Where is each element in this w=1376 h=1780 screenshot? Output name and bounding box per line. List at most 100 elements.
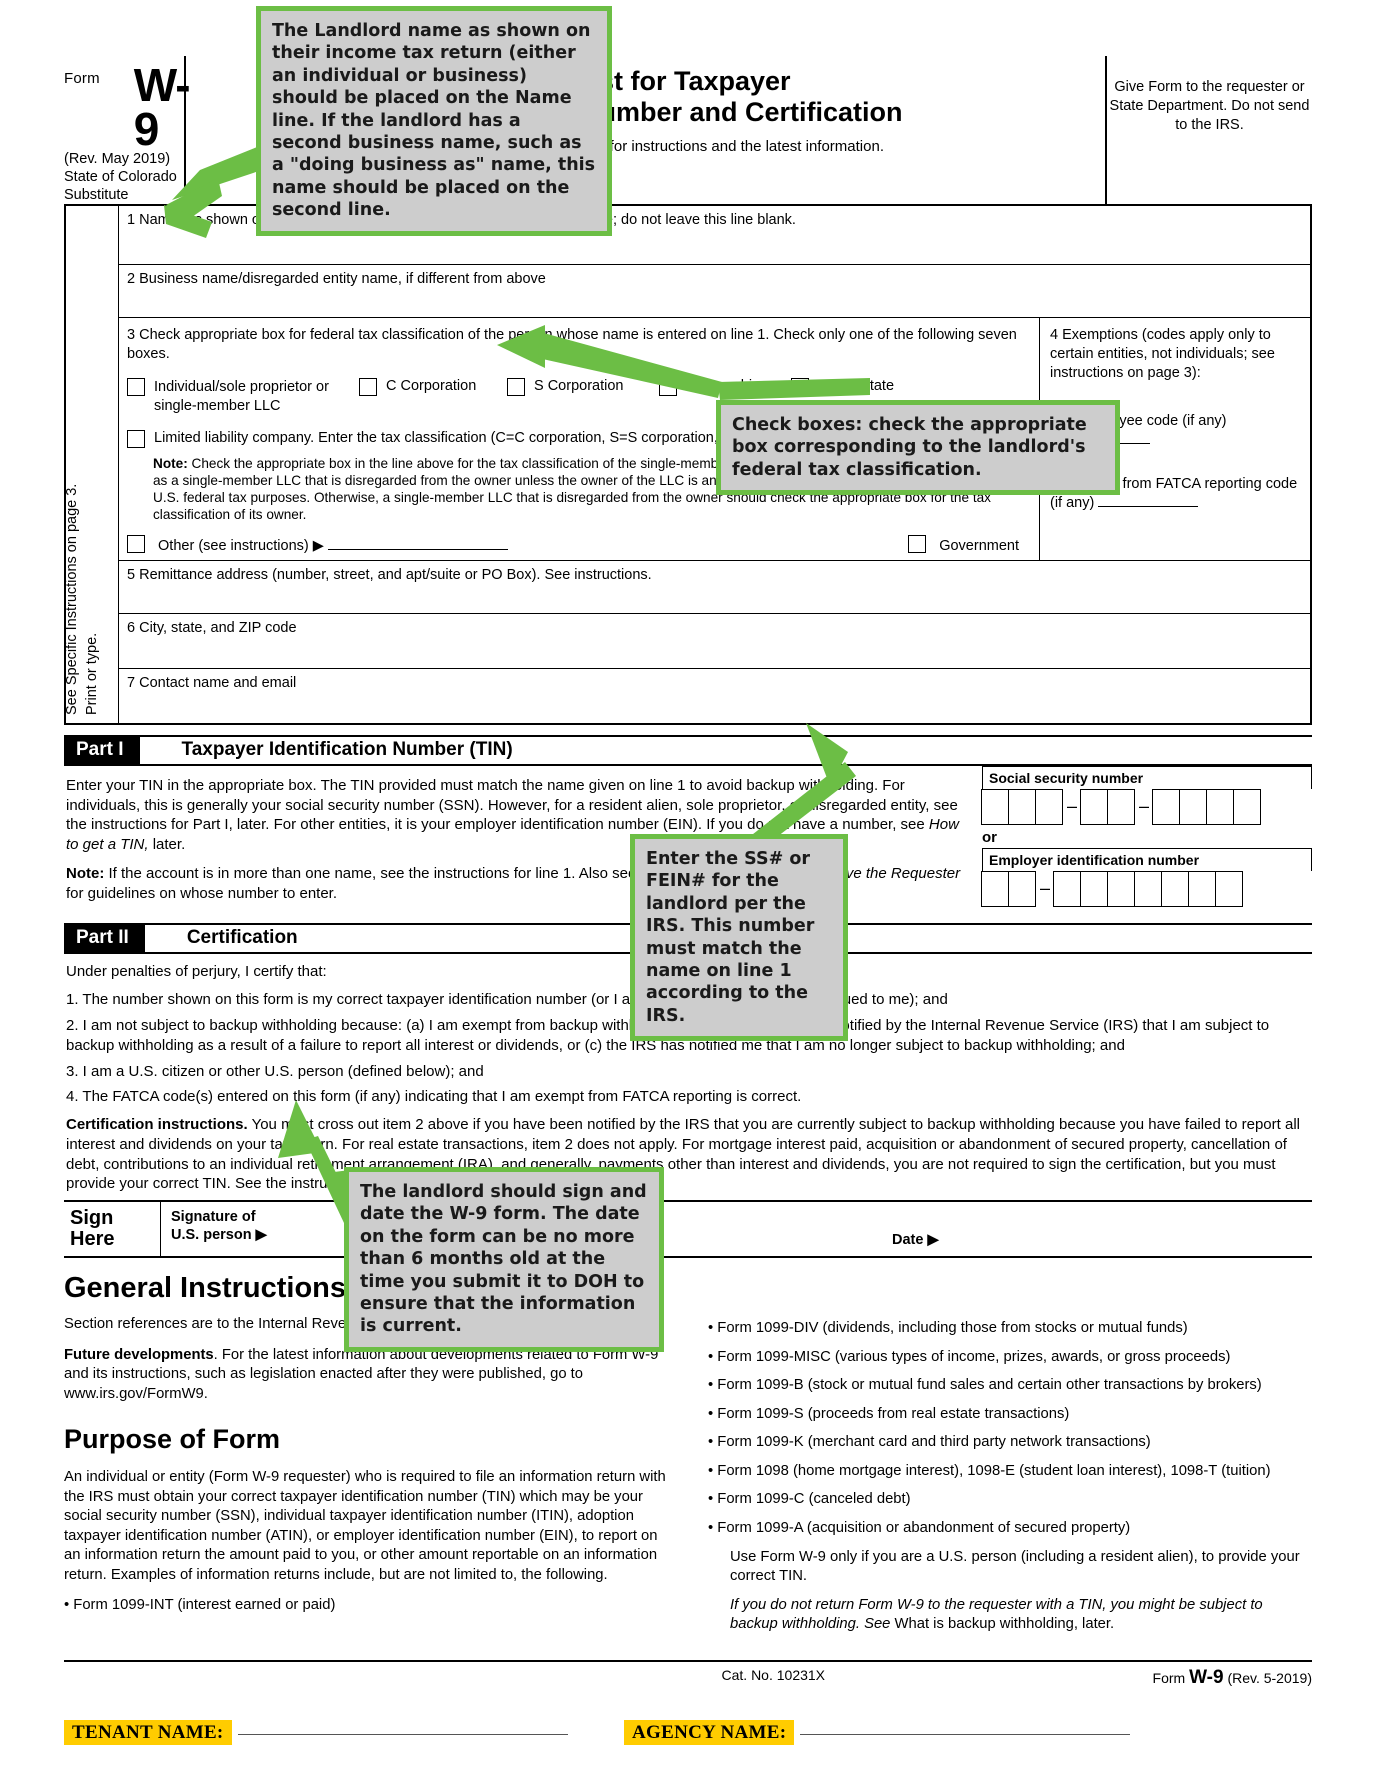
classification-partnership[interactable]: Partnership [659, 378, 791, 397]
ein-cell[interactable] [1107, 871, 1135, 908]
footer-form-num: W-9 [1189, 1666, 1224, 1688]
checkbox-icon-partnership[interactable] [659, 378, 677, 397]
part-1-body-text: Enter your TIN in the appropriate box. T… [66, 777, 958, 834]
field-line-7-contact[interactable]: 7 Contact name and email [119, 669, 1310, 723]
ssn-cell[interactable] [1008, 789, 1036, 826]
part-1-note-text: If the account is in more than one name,… [104, 865, 641, 883]
checkbox-icon-s-corporation[interactable] [507, 378, 525, 397]
other-classification-input[interactable] [327, 535, 508, 551]
footer-form-rev: (Rev. 5-2019) [1227, 1669, 1312, 1686]
tenant-name-label: TENANT NAME: [64, 1720, 232, 1745]
ein-cell[interactable] [1161, 871, 1189, 908]
side-labels: Print or type. See Specific Instructions… [64, 206, 119, 724]
classification-other[interactable]: Other (see instructions) ▶ [127, 535, 508, 554]
purpose-of-form-title: Purpose of Form [64, 1424, 281, 1455]
ssn-cell[interactable] [1107, 789, 1135, 826]
ein-cells[interactable]: – [981, 871, 1312, 908]
line-3-label: 3 Check appropriate box for federal tax … [127, 327, 1017, 363]
part-1-header: Part I Taxpayer Identification Number (T… [64, 735, 1312, 767]
field-line-5-address[interactable]: 5 Remittance address (number, street, an… [119, 561, 1310, 615]
ein-cell[interactable] [981, 871, 1009, 908]
certification-instructions-text: You must cross out item 2 above if you h… [66, 1116, 1300, 1193]
classification-government[interactable]: Government [908, 535, 1019, 554]
ein-cell[interactable] [1215, 871, 1243, 908]
form-header-left: Form W-9 (Rev. May 2019) State of Colora… [64, 56, 191, 204]
certification-item: 3. I am a U.S. citizen or other U.S. per… [66, 1062, 484, 1080]
ein-cell[interactable] [1134, 871, 1162, 908]
ein-label: Employer identification number [982, 848, 1312, 872]
checkbox-icon-government[interactable] [908, 535, 927, 554]
form-header: Form W-9 (Rev. May 2019) State of Colora… [64, 56, 1312, 205]
ssn-label: Social security number [982, 766, 1312, 790]
exemptions-heading: 4 Exemptions (codes apply only to certai… [1050, 327, 1275, 382]
ssn-cell[interactable] [1152, 789, 1180, 826]
classification-trust-estate[interactable]: Trust/estate [791, 378, 895, 397]
bullet-item: • Form 1099-DIV (dividends, including th… [708, 1320, 1188, 1337]
w9-form-page: Form W-9 (Rev. May 2019) State of Colora… [0, 0, 1376, 1780]
future-developments-paragraph: Future developments. For the latest info… [64, 1346, 668, 1405]
footer-form-word: Form [1152, 1669, 1186, 1686]
classification-c-corporation[interactable]: C Corporation [359, 378, 507, 397]
sign-here-row: Sign Here Signature of U.S. person ▶ Dat… [64, 1200, 1312, 1259]
ssn-cell[interactable] [1179, 789, 1207, 826]
certification-item: 4. The FATCA code(s) entered on this for… [66, 1088, 802, 1106]
part-2-title: Certification [186, 927, 298, 949]
part-1-note-bold: Note: [66, 865, 105, 883]
field-line-2-business-name[interactable]: 2 Business name/disregarded entity name,… [119, 265, 1310, 319]
catalog-number: Cat. No. 10231X [721, 1666, 826, 1683]
ssn-dash: – [1066, 796, 1077, 817]
bullet-item: • Form 1099-B (stock or mutual fund sale… [708, 1377, 1262, 1394]
agency-name-field[interactable]: AGENCY NAME: [624, 1720, 1131, 1745]
side-label-see-instructions: See Specific Instructions on page 3. [64, 483, 80, 716]
name-line-callout: The Landlord name as shown on their inco… [256, 6, 612, 236]
bullet-item: • Form 1099-K (merchant card and third p… [708, 1434, 1151, 1451]
checkbox-icon-individual[interactable] [127, 378, 145, 397]
date-label: Date ▶ [892, 1232, 939, 1249]
form-rev-line-3: Substitute [64, 186, 129, 203]
tenant-name-field[interactable]: TENANT NAME: [64, 1720, 624, 1745]
ein-cell[interactable] [1080, 871, 1108, 908]
field-line-6-city-state-zip[interactable]: 6 City, state, and ZIP code [119, 614, 1310, 670]
footer-form-number: Form W-9 (Rev. 5-2019) [1153, 1667, 1312, 1689]
form-rev-line-1: (Rev. May 2019) [64, 151, 171, 168]
classification-label-trust-estate: Trust/estate [818, 378, 895, 395]
ssn-cells[interactable]: – – [981, 789, 1312, 826]
form-word-label: Form [64, 70, 100, 87]
ssn-cell[interactable] [1080, 789, 1108, 826]
general-instructions-columns: Section references are to the Internal R… [64, 1315, 1312, 1643]
classification-s-corporation[interactable]: S Corporation [507, 378, 659, 397]
line-5-label: 5 Remittance address (number, street, an… [127, 567, 652, 584]
ssn-cell[interactable] [981, 789, 1009, 826]
give-form-note: Give Form to the requester or State Depa… [1105, 56, 1312, 205]
classification-other-row: Other (see instructions) ▶ Government [127, 535, 1031, 554]
classification-label-other: Other (see instructions) ▶ [158, 538, 324, 555]
date-field[interactable]: Date ▶ [892, 1202, 1312, 1256]
ein-cell[interactable] [1053, 871, 1081, 908]
tenant-name-input[interactable] [237, 1734, 568, 1735]
form-body-frame: Print or type. See Specific Instructions… [64, 204, 1312, 726]
llc-note-bold: Note: [153, 455, 188, 471]
checkbox-icon-llc[interactable] [127, 429, 145, 448]
form-footer: Cat. No. 10231X Form W-9 (Rev. 5-2019) [64, 1659, 1312, 1689]
classification-label-government: Government [939, 538, 1019, 555]
checkbox-icon-trust-estate[interactable] [791, 378, 809, 397]
ein-cell[interactable] [1008, 871, 1036, 908]
line-6-label: 6 City, state, and ZIP code [127, 620, 297, 637]
ein-cell[interactable] [1188, 871, 1216, 908]
ssn-cell[interactable] [1035, 789, 1063, 826]
ssn-cell[interactable] [1233, 789, 1261, 826]
agency-name-input[interactable] [800, 1734, 1131, 1735]
bullet-item: • Form 1099-C (canceled debt) [708, 1491, 911, 1508]
bullet-item: • Form 1099-S (proceeds from real estate… [708, 1405, 1070, 1422]
ssn-cell[interactable] [1206, 789, 1234, 826]
ein-dash: – [1039, 878, 1050, 899]
sign-here-line-1: Sign [70, 1207, 114, 1230]
backup-withholding-note-text-2: What is backup withholding, later. [890, 1616, 1115, 1633]
checkbox-icon-c-corporation[interactable] [359, 378, 377, 397]
certification-instructions-label: Certification instructions. [66, 1116, 248, 1134]
or-label: or [982, 829, 997, 847]
checkbox-icon-other[interactable] [127, 535, 145, 554]
classification-individual[interactable]: Individual/sole proprietor or single-mem… [127, 378, 359, 416]
sign-here-label: Sign Here [64, 1202, 161, 1257]
agency-name-label: AGENCY NAME: [624, 1720, 795, 1745]
